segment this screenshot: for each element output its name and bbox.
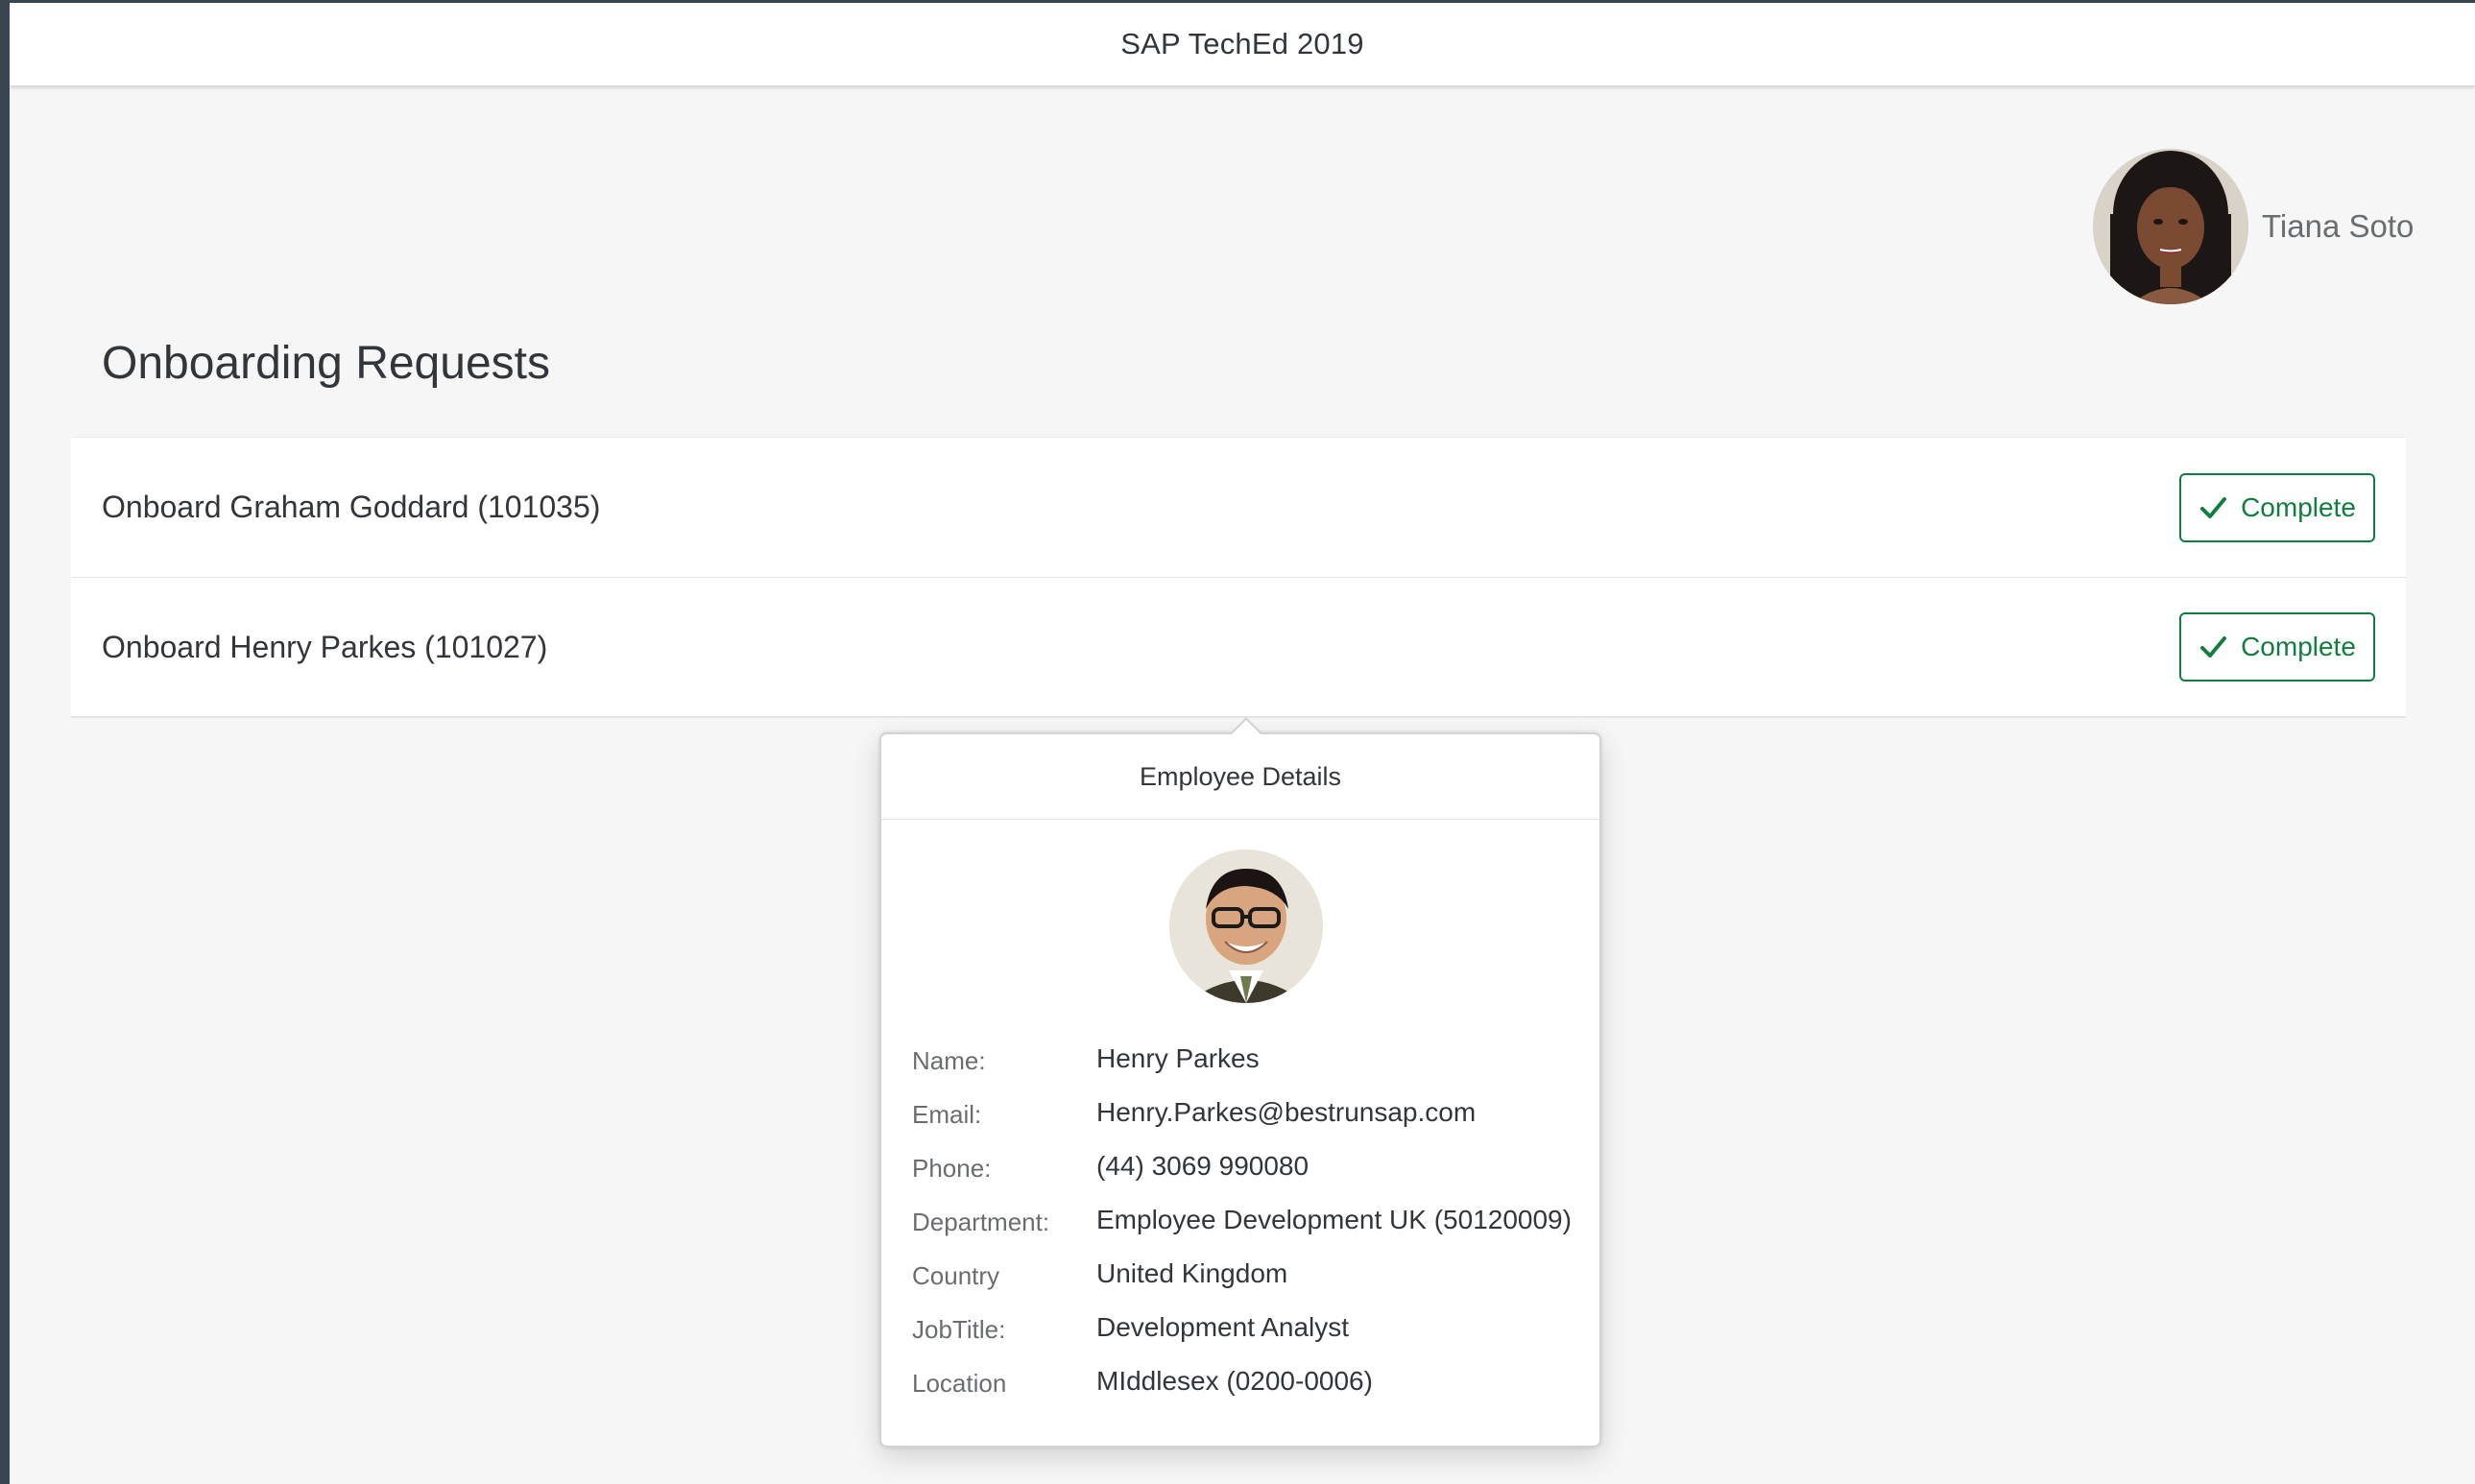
- detail-label: Email:: [912, 1100, 982, 1129]
- request-title[interactable]: Onboard Henry Parkes (101027): [102, 630, 547, 665]
- detail-row-job-title: JobTitle: Development Analyst: [912, 1312, 1574, 1366]
- detail-row-country: Country United Kingdom: [912, 1258, 1574, 1312]
- complete-button[interactable]: Complete: [2179, 612, 2375, 682]
- detail-value: (44) 3069 990080: [1096, 1151, 1310, 1181]
- detail-value: Development Analyst: [1096, 1312, 1350, 1342]
- detail-row-phone: Phone: (44) 3069 990080: [912, 1151, 1574, 1205]
- detail-label: Department:: [912, 1208, 1050, 1236]
- user-name[interactable]: Tiana Soto: [2262, 208, 2414, 245]
- detail-row-email: Email: Henry.Parkes@bestrunsap.com: [912, 1097, 1574, 1151]
- popover-arrow: [1229, 717, 1263, 735]
- user-avatar-image: [2093, 149, 2248, 304]
- complete-button-label: Complete: [2241, 632, 2356, 661]
- request-list: Onboard Graham Goddard (101035) Complete…: [71, 437, 2406, 718]
- shell-header: SAP TechEd 2019: [10, 3, 2475, 86]
- request-title[interactable]: Onboard Graham Goddard (101035): [102, 490, 600, 525]
- shell-title: SAP TechEd 2019: [1120, 27, 1364, 60]
- detail-label: Phone:: [912, 1154, 992, 1183]
- complete-button-label: Complete: [2241, 491, 2356, 522]
- user-profile[interactable]: Tiana Soto: [2093, 149, 2414, 304]
- page-title: Onboarding Requests: [102, 338, 550, 389]
- detail-row-location: Location MIddlesex (0200-0006): [912, 1366, 1574, 1420]
- employee-avatar: [1169, 850, 1323, 1003]
- employee-details-popover: Employee Details Name: Henry Parkes Emai…: [879, 717, 1601, 1448]
- popover-title: Employee Details: [881, 734, 1599, 820]
- detail-value: United Kingdom: [1096, 1258, 1288, 1288]
- complete-button[interactable]: Complete: [2179, 472, 2375, 542]
- user-avatar[interactable]: [2093, 149, 2248, 304]
- request-row[interactable]: Onboard Henry Parkes (101027) Complete: [71, 577, 2406, 716]
- checkmark-icon: [2200, 496, 2227, 518]
- detail-value: Employee Development UK (50120009): [1096, 1205, 1572, 1234]
- detail-label: Location: [912, 1369, 1007, 1398]
- detail-value: MIddlesex (0200-0006): [1096, 1366, 1373, 1396]
- detail-label: JobTitle:: [912, 1315, 1006, 1344]
- detail-row-department: Department: Employee Development UK (501…: [912, 1205, 1574, 1258]
- detail-label: Country: [912, 1261, 1000, 1290]
- detail-label: Name:: [912, 1046, 986, 1075]
- app-window: SAP TechEd 2019 Tiana Soto Onboarding Re…: [10, 3, 2475, 1484]
- detail-value: Henry.Parkes@bestrunsap.com: [1096, 1097, 1477, 1127]
- request-row[interactable]: Onboard Graham Goddard (101035) Complete: [71, 438, 2406, 577]
- employee-avatar-image: [1169, 850, 1323, 1003]
- checkmark-icon: [2200, 636, 2227, 658]
- employee-details: Name: Henry Parkes Email: Henry.Parkes@b…: [912, 1043, 1574, 1420]
- detail-row-name: Name: Henry Parkes: [912, 1043, 1574, 1097]
- detail-value: Henry Parkes: [1096, 1043, 1260, 1073]
